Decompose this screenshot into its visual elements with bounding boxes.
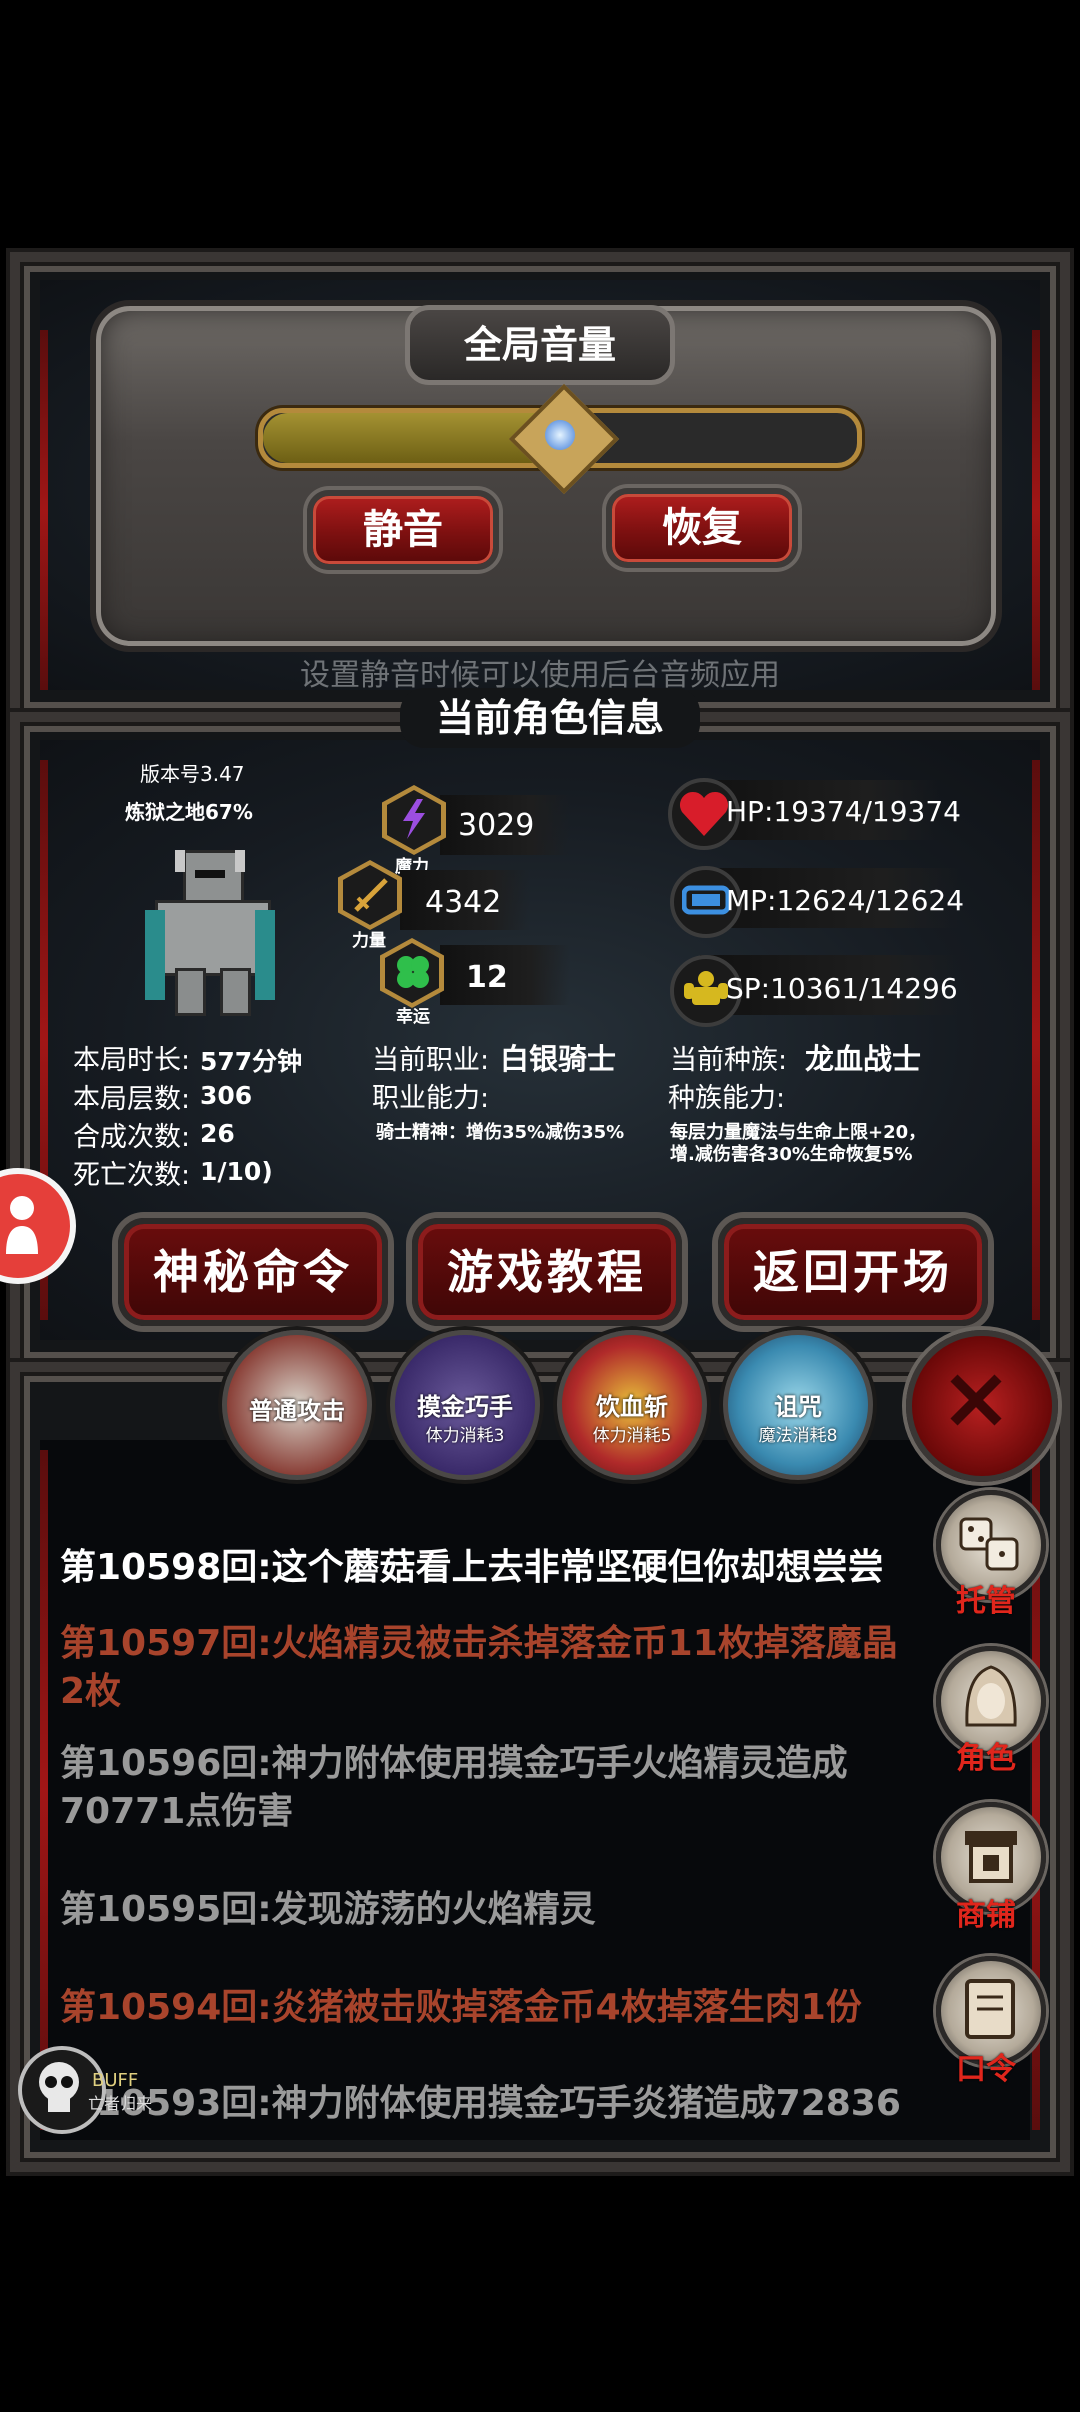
- red-rail-right-mid: [1032, 760, 1040, 1320]
- hooded-figure-icon: [965, 1665, 1017, 1727]
- stat-label: 力量: [352, 931, 386, 951]
- close-icon: [950, 1374, 1002, 1426]
- skill-name: 诅咒: [774, 1393, 822, 1421]
- tutorial-button[interactable]: 游戏教程: [412, 1218, 682, 1326]
- dice-icon: [959, 1517, 1019, 1571]
- race-ability-label: 种族能力:: [668, 1083, 786, 1114]
- death-value: 1/10): [200, 1157, 273, 1186]
- floors-label: 本局层数:: [73, 1084, 191, 1115]
- job-label: 当前职业:: [372, 1045, 490, 1076]
- shop-label: 商铺: [956, 1898, 1016, 1933]
- stat-label: 幸运: [396, 1007, 430, 1027]
- job-ability-text: 骑士精神：增伤35%减伤35%: [376, 1122, 625, 1143]
- race-ability-text: 每层力量魔法与生命上限+20，增.减伤害各30%生命恢复5%: [670, 1122, 927, 1165]
- duration-label: 本局时长:: [73, 1045, 191, 1076]
- red-rail-right-top: [1032, 330, 1040, 690]
- version-label: 版本号3.47: [140, 762, 245, 786]
- log-entry: 第10597回:火焰精灵被击杀掉落金币11枚掉落魔晶2枚: [60, 1623, 898, 1712]
- skill-name: 摸金巧手: [417, 1393, 513, 1421]
- progress-label: 炼狱之地67%: [125, 800, 253, 824]
- race-value: 龙血战士: [805, 1042, 922, 1076]
- volume-slider[interactable]: [258, 383, 862, 495]
- back-to-start-button[interactable]: 返回开场: [718, 1218, 988, 1326]
- stat-value: 3029: [458, 808, 535, 843]
- user-icon: [6, 1196, 38, 1254]
- skill-cost: 体力消耗3: [425, 1426, 505, 1446]
- volume-slider-knob[interactable]: [508, 383, 620, 495]
- buff-sub: 亡者归来: [88, 2094, 153, 2113]
- log-entry: 第10594回:炎猪被击败掉落金币4枚掉落生肉1份: [60, 1987, 862, 2028]
- book-icon: [965, 1979, 1015, 2039]
- close-button[interactable]: [906, 1330, 1058, 1482]
- skill-curse[interactable]: 诅咒 魔法消耗8: [723, 1330, 873, 1480]
- craft-value: 26: [200, 1119, 235, 1148]
- floors-value: 306: [200, 1081, 253, 1110]
- code-label: 口令: [956, 2052, 1016, 2087]
- skill-cost: 体力消耗5: [592, 1426, 672, 1446]
- stat-value: 12: [466, 960, 508, 995]
- craft-label: 合成次数:: [73, 1122, 191, 1153]
- skill-name: 普通攻击: [249, 1397, 345, 1425]
- job-ability-label: 职业能力:: [372, 1083, 490, 1114]
- red-rail-left-bottom: [40, 1450, 48, 2130]
- character-avatar: [145, 850, 275, 1016]
- race-label: 当前种族:: [670, 1045, 788, 1076]
- shop-icon: [965, 1831, 1017, 1883]
- log-entry: 第10593回:神力附体使用摸金巧手炎猪造成72836: [60, 2083, 901, 2124]
- job-value: 白银骑士: [500, 1042, 617, 1076]
- restore-button[interactable]: 恢复: [606, 488, 798, 568]
- skill-treasure-hand[interactable]: 摸金巧手 体力消耗3: [390, 1330, 540, 1480]
- skill-name: 饮血斩: [596, 1393, 668, 1421]
- death-label: 死亡次数:: [73, 1160, 191, 1191]
- volume-title: 全局音量: [405, 305, 675, 385]
- log-entry: 第10595回:发现游荡的火焰精灵: [60, 1889, 596, 1930]
- skill-cost: 魔法消耗8: [758, 1426, 838, 1446]
- log-entry: 第10596回:神力附体使用摸金巧手火焰精灵造成70771点伤害: [60, 1743, 848, 1832]
- role-label: 角色: [956, 1741, 1016, 1776]
- duration-value: 577分钟: [200, 1047, 303, 1076]
- sp-text: SP:10361/14296: [726, 972, 958, 1005]
- skull-icon: [39, 2062, 79, 2112]
- secret-command-button[interactable]: 神秘命令: [118, 1218, 388, 1326]
- mute-button[interactable]: 静音: [307, 490, 499, 570]
- skill-normal-attack[interactable]: 普通攻击: [222, 1330, 372, 1480]
- buff-label: BUFF: [92, 2070, 139, 2091]
- log-entry: 第10598回:这个蘑菇看上去非常坚硬但你却想尝尝: [60, 1547, 884, 1588]
- hp-text: HP:19374/19374: [726, 795, 961, 828]
- red-rail-left-top: [40, 330, 48, 690]
- char-info-title: 当前角色信息: [400, 688, 700, 748]
- stat-value: 4342: [425, 885, 502, 920]
- mp-text: MP:12624/12624: [726, 884, 965, 917]
- auto-label: 托管: [956, 1584, 1016, 1619]
- skill-blood-slash[interactable]: 饮血斩 体力消耗5: [557, 1330, 707, 1480]
